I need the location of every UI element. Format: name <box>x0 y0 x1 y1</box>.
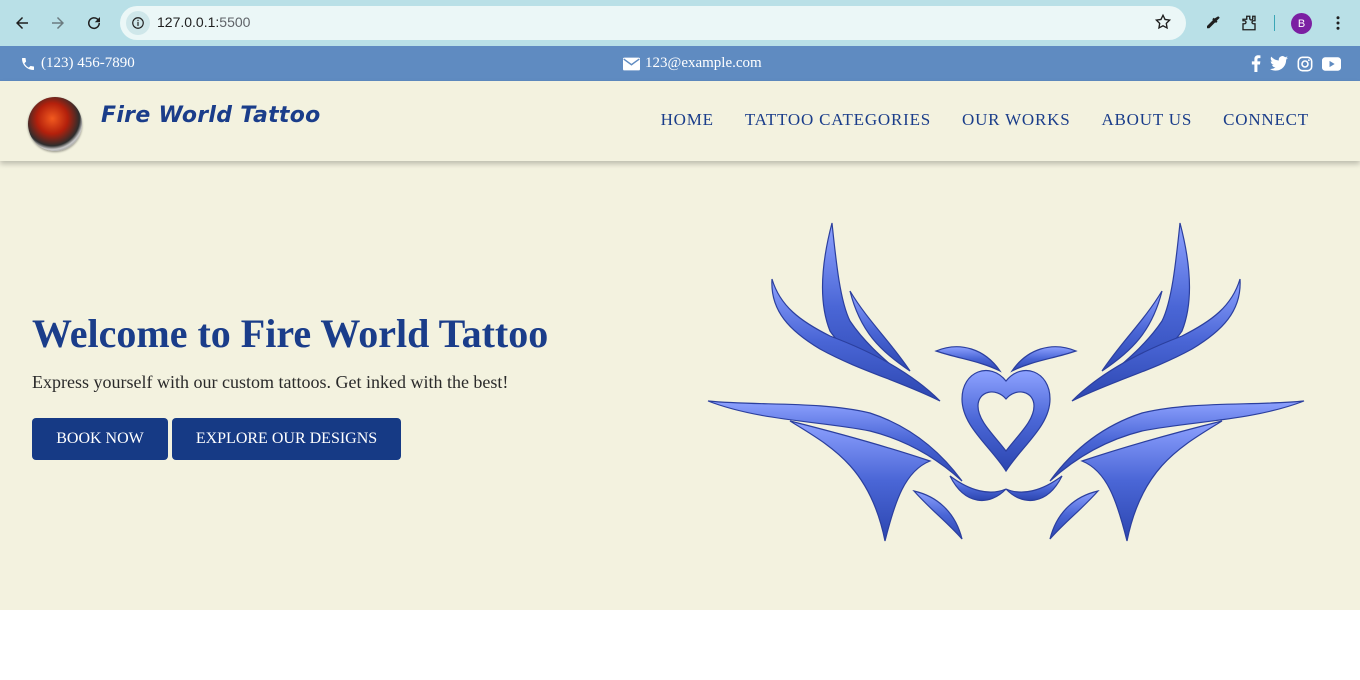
hero-title: Welcome to Fire World Tattoo <box>32 311 549 356</box>
phone-number: (123) 456-7890 <box>41 55 135 71</box>
tribal-heart-tattoo-image <box>707 222 1305 542</box>
envelope-icon <box>623 57 640 70</box>
profile-avatar[interactable]: B <box>1291 13 1312 34</box>
main-nav: HOME TATTOO CATEGORIES OUR WORKS ABOUT U… <box>661 110 1309 130</box>
logo-icon[interactable] <box>28 97 82 151</box>
eyedropper-icon[interactable] <box>1202 12 1224 34</box>
phone-contact[interactable]: (123) 456-7890 <box>20 55 135 72</box>
brand-name[interactable]: Fire World Tattoo <box>101 103 321 128</box>
nav-home[interactable]: HOME <box>661 110 714 130</box>
book-now-button[interactable]: BOOK NOW <box>32 418 168 460</box>
reload-icon[interactable] <box>82 11 106 35</box>
instagram-icon[interactable] <box>1297 56 1313 72</box>
social-links <box>1251 55 1341 72</box>
nav-tattoo-categories[interactable]: TATTOO CATEGORIES <box>745 110 931 130</box>
email-address: 123@example.com <box>645 55 762 71</box>
contact-bar: (123) 456-7890 123@example.com <box>0 46 1360 81</box>
nav-about-us[interactable]: ABOUT US <box>1101 110 1192 130</box>
browser-toolbar: 127.0.0.1:5500 B <box>0 0 1360 46</box>
forward-icon[interactable] <box>46 11 70 35</box>
extensions-icon[interactable] <box>1238 12 1260 34</box>
address-bar[interactable]: 127.0.0.1:5500 <box>120 6 1186 40</box>
toolbar-divider <box>1274 15 1275 31</box>
email-contact[interactable]: 123@example.com <box>623 55 762 72</box>
url-port: 5500 <box>219 14 251 30</box>
nav-our-works[interactable]: OUR WORKS <box>962 110 1070 130</box>
facebook-icon[interactable] <box>1251 55 1261 72</box>
menu-dots-icon[interactable] <box>1327 12 1349 34</box>
twitter-icon[interactable] <box>1270 56 1288 71</box>
explore-designs-button[interactable]: EXPLORE OUR DESIGNS <box>172 418 401 460</box>
url-text[interactable]: 127.0.0.1:5500 <box>157 14 250 30</box>
hero-subtitle: Express yourself with our custom tattoos… <box>32 372 509 392</box>
phone-icon <box>22 57 34 70</box>
info-icon[interactable] <box>126 11 150 35</box>
youtube-icon[interactable] <box>1322 56 1341 71</box>
site-header: Fire World Tattoo HOME TATTOO CATEGORIES… <box>0 81 1360 161</box>
back-icon[interactable] <box>10 11 34 35</box>
hero-section: Welcome to Fire World Tattoo Express you… <box>0 161 1360 610</box>
star-icon[interactable] <box>1154 13 1172 36</box>
url-host: 127.0.0.1: <box>157 14 220 30</box>
nav-connect[interactable]: CONNECT <box>1223 110 1309 130</box>
